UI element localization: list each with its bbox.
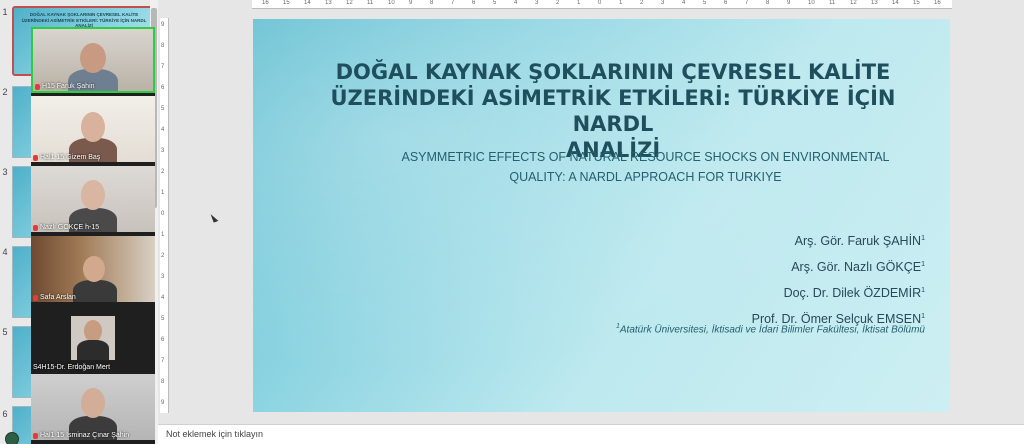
slide-number: 2 [2, 87, 8, 97]
ruler-tick-label: 2 [161, 253, 165, 259]
ruler-tick-label: 5 [161, 316, 165, 322]
ruler-tick-label: 1 [577, 0, 581, 6]
ruler-tick-label: 9 [787, 0, 791, 6]
mic-muted-icon [33, 224, 38, 231]
participant-name: Nazlı GÖKÇE h-15 [33, 224, 99, 231]
ruler-tick-label: 9 [409, 0, 413, 6]
ruler-tick-label: 8 [766, 0, 770, 6]
author-line: Arş. Gör. Faruk ŞAHİN1 [794, 234, 925, 249]
ruler-tick-label: 7 [161, 358, 165, 364]
ruler-tick-label: 15 [913, 0, 920, 6]
participant-tile[interactable]: H15 Faruk Şahin [31, 27, 155, 93]
ruler-tick-label: 9 [161, 22, 165, 28]
ruler-tick-label: 12 [850, 0, 857, 6]
ruler-tick-label: 4 [682, 0, 686, 6]
participant-tile[interactable]: Hal1 15 Gizem Baş [31, 96, 155, 162]
ruler-tick-label: 7 [451, 0, 455, 6]
ruler-tick-label: 4 [161, 127, 165, 133]
ruler-tick-label: 13 [871, 0, 878, 6]
ruler-tick-label: 14 [892, 0, 899, 6]
author-line: Arş. Gör. Nazlı GÖKÇE1 [791, 260, 925, 275]
ruler-tick-label: 2 [556, 0, 560, 6]
ruler-tick-label: 5 [493, 0, 497, 6]
ruler-tick-label: 8 [430, 0, 434, 6]
vertical-ruler: 9 8 7 6 5 4 3 2 1 0 1 2 3 4 5 6 7 8 9 [160, 18, 169, 413]
ruler-tick-label: 2 [640, 0, 644, 6]
ruler-tick-label: 9 [161, 400, 165, 406]
participant-tile[interactable]: Nazlı GÖKÇE h-15 [31, 166, 155, 232]
ruler-tick-label: 1 [161, 190, 165, 196]
author-list[interactable]: Arş. Gör. Faruk ŞAHİN1 Arş. Gör. Nazlı G… [752, 227, 925, 332]
horizontal-ruler: 16 15 14 13 12 11 10 9 8 7 6 5 4 3 2 1 0 1 2 3 4 5 6 7 8 9 10 11 12 1… [252, 0, 952, 9]
ruler-tick-label: 14 [304, 0, 311, 6]
participant-video-panel: H15 Faruk Şahin Hal1 15 Gizem Baş Nazlı … [31, 27, 155, 444]
affiliation[interactable]: 1Atatürk Üniversitesi, İktisadi ve İdari… [616, 323, 925, 335]
ruler-tick-label: 5 [703, 0, 707, 6]
participant-name: H15 Faruk Şahin [35, 83, 95, 90]
participant-name: S4H15-Dr. Erdoğan Mert [33, 364, 111, 371]
ruler-tick-label: 3 [161, 274, 165, 280]
ruler-tick-label: 7 [745, 0, 749, 6]
ruler-tick-label: 11 [367, 0, 374, 6]
notes-pane[interactable]: Not eklemek için tıklayın [158, 424, 1024, 444]
ruler-tick-label: 13 [325, 0, 332, 6]
slide-number: 5 [2, 327, 8, 337]
participant-tile[interactable]: Safa Arslan [31, 236, 155, 302]
author-line: Doç. Dr. Dilek ÖZDEMİR1 [783, 286, 925, 301]
notes-placeholder: Not eklemek için tıklayın [166, 429, 264, 439]
mouse-cursor-icon [210, 212, 219, 223]
ruler-tick-label: 6 [724, 0, 728, 6]
slide-number: 3 [2, 167, 8, 177]
ruler-tick-label: 1 [619, 0, 623, 6]
ruler-tick-label: 16 [262, 0, 269, 6]
thumbnail-title: DOĞAL KAYNAK ŞOKLARININ ÇEVRESEL KALİTE … [21, 12, 147, 28]
ruler-tick-label: 12 [346, 0, 353, 6]
ruler-tick-label: 15 [283, 0, 290, 6]
ruler-tick-label: 6 [472, 0, 476, 6]
status-icon[interactable] [5, 432, 19, 444]
ruler-tick-label: 4 [161, 295, 165, 301]
participant-name: Safa Arslan [33, 294, 76, 301]
ruler-tick-label: 0 [598, 0, 602, 6]
ruler-tick-label: 16 [934, 0, 941, 6]
participant-name: Hal1 15 İsminaz Çınar Şahin [33, 432, 129, 439]
mic-muted-icon [35, 83, 40, 90]
ruler-tick-label: 0 [161, 211, 165, 217]
ruler-tick-label: 2 [161, 169, 165, 175]
ruler-tick-label: 3 [535, 0, 539, 6]
ruler-tick-label: 5 [161, 106, 165, 112]
participant-tile[interactable]: Hal1 15 İsminaz Çınar Şahin [31, 374, 155, 440]
ruler-tick-label: 8 [161, 43, 165, 49]
participant-tile[interactable]: S4H15-Dr. Erdoğan Mert [31, 306, 155, 372]
ruler-tick-label: 3 [661, 0, 665, 6]
ruler-tick-label: 10 [388, 0, 395, 6]
ruler-tick-label: 6 [161, 337, 165, 343]
ruler-tick-label: 11 [829, 0, 836, 6]
mic-muted-icon [33, 432, 38, 439]
slide-canvas[interactable]: DOĞAL KAYNAK ŞOKLARININ ÇEVRESEL KALİTE … [253, 19, 950, 412]
ruler-tick-label: 7 [161, 64, 165, 70]
slide-number: 6 [2, 409, 8, 419]
ruler-tick-label: 10 [808, 0, 815, 6]
slide-number: 1 [2, 7, 8, 17]
participant-name: Hal1 15 Gizem Baş [33, 154, 100, 161]
ruler-tick-label: 4 [514, 0, 518, 6]
mic-muted-icon [33, 294, 38, 301]
mic-muted-icon [33, 154, 38, 161]
ruler-tick-label: 8 [161, 379, 165, 385]
slide-number: 4 [2, 247, 8, 257]
slide-subtitle[interactable]: ASYMMETRIC EFFECTS OF NATURAL RESOURCE S… [373, 147, 918, 187]
ruler-tick-label: 6 [161, 85, 165, 91]
ruler-tick-label: 1 [161, 232, 165, 238]
ruler-tick-label: 3 [161, 148, 165, 154]
